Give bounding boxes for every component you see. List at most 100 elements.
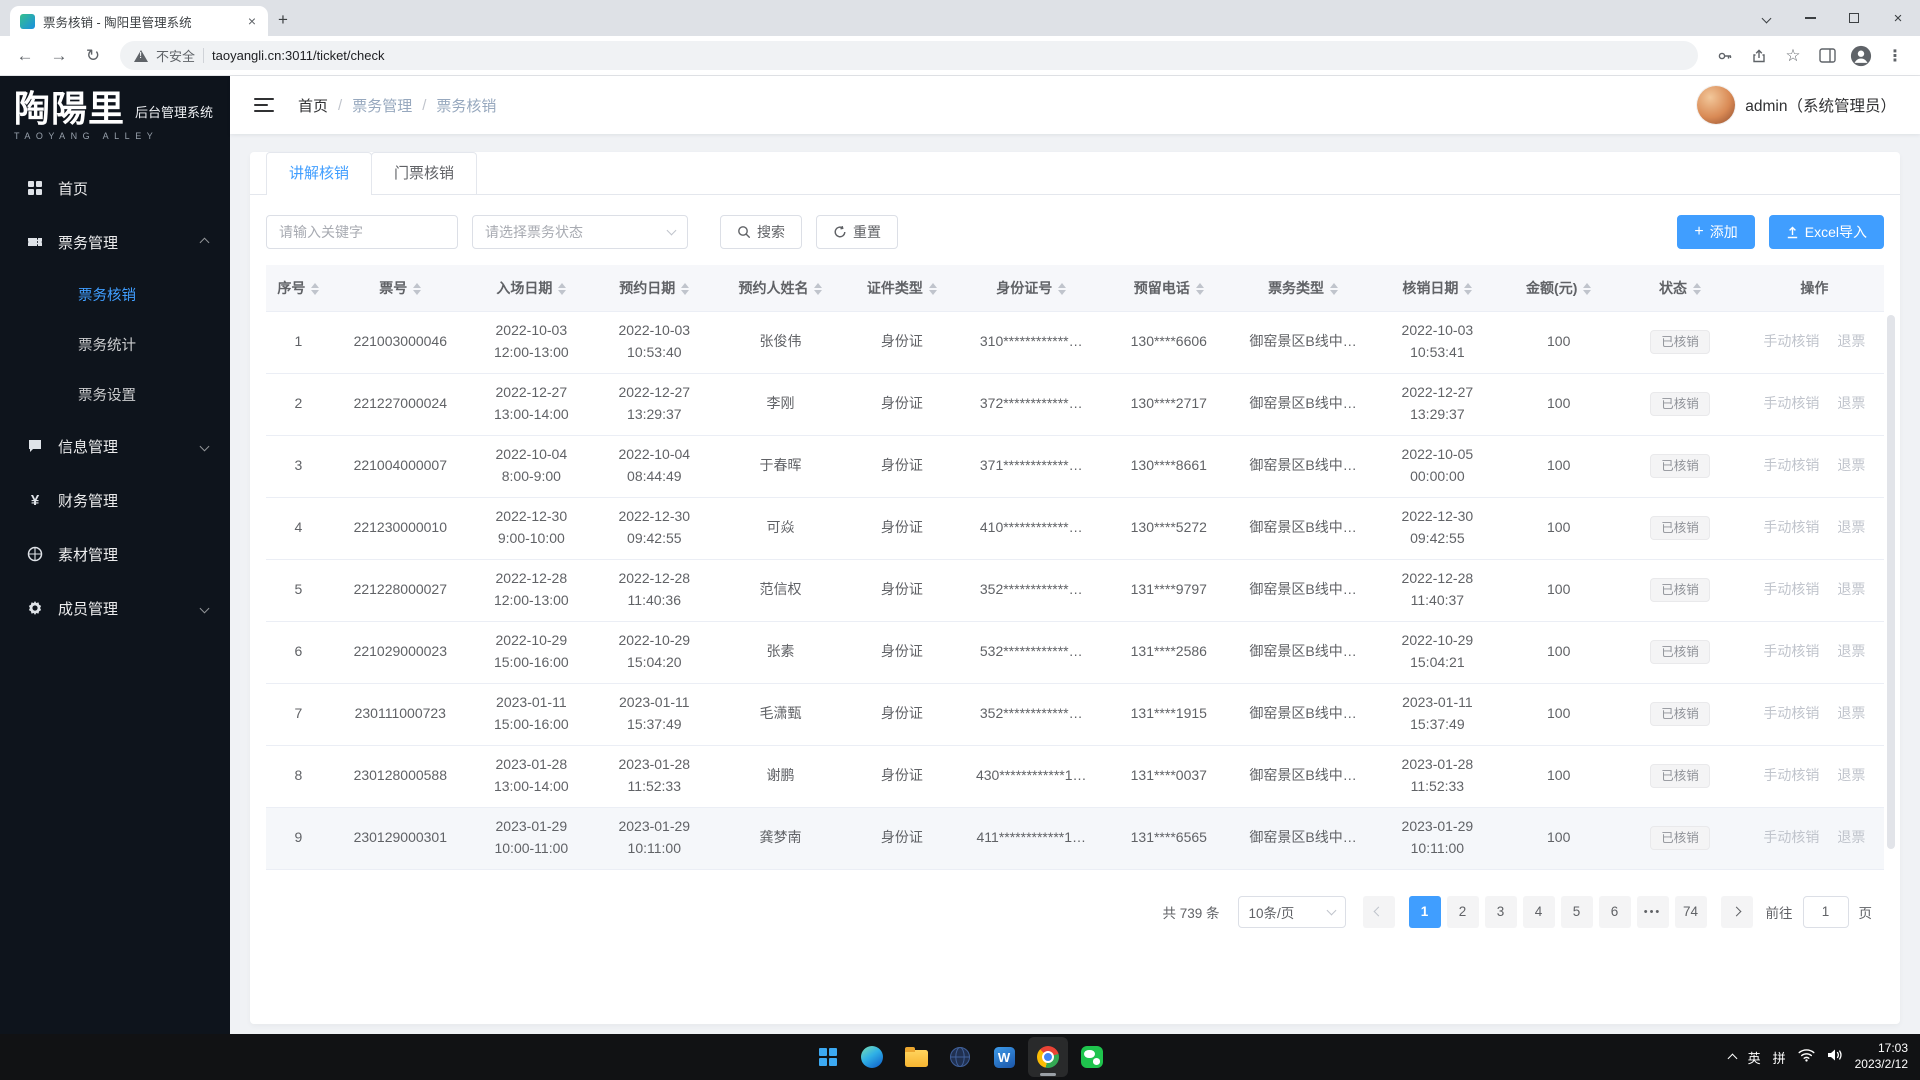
action-link[interactable]: 手动核销 xyxy=(1763,705,1819,721)
sort-carets-icon[interactable] xyxy=(1464,283,1472,296)
volume-icon[interactable] xyxy=(1827,1048,1843,1067)
sidebar-item-members[interactable]: 成员管理 xyxy=(0,581,230,635)
action-link[interactable]: 手动核销 xyxy=(1763,829,1819,845)
sidebar-item-finance[interactable]: ¥ 财务管理 xyxy=(0,473,230,527)
sort-carets-icon[interactable] xyxy=(681,283,689,296)
browser-menu-icon[interactable]: ⋮ xyxy=(1880,41,1910,71)
action-link[interactable]: 手动核销 xyxy=(1763,767,1819,783)
taskbar-clock[interactable]: 17:03 2023/2/12 xyxy=(1855,1041,1908,1072)
wechat-icon[interactable] xyxy=(1072,1037,1112,1077)
maximize-button[interactable] xyxy=(1832,0,1876,36)
forward-icon[interactable]: → xyxy=(44,41,74,71)
dark-globe-app-icon[interactable] xyxy=(940,1037,980,1077)
add-button[interactable]: + 添加 xyxy=(1677,215,1754,249)
pager-page-button[interactable]: 1 xyxy=(1409,896,1441,928)
side-panel-icon[interactable] xyxy=(1812,41,1842,71)
keyword-input[interactable] xyxy=(266,215,458,249)
column-header[interactable]: 票号 xyxy=(331,265,470,311)
action-link[interactable]: 手动核销 xyxy=(1763,643,1819,659)
browser-tab[interactable]: 票务核销 - 陶阳里管理系统 × xyxy=(10,6,268,36)
page-size-select[interactable]: 10条/页 xyxy=(1238,896,1346,928)
collapse-menu-icon[interactable] xyxy=(254,98,274,112)
search-button[interactable]: 搜索 xyxy=(720,215,802,249)
chrome-icon[interactable] xyxy=(1028,1037,1068,1077)
column-header[interactable]: 状态 xyxy=(1615,265,1744,311)
user-menu[interactable]: admin（系统管理员） xyxy=(1697,86,1896,124)
column-header[interactable]: 预约人姓名 xyxy=(716,265,845,311)
address-bar[interactable]: ! 不安全 taoyangli.cn:3011/ticket/check xyxy=(120,41,1698,70)
action-link[interactable]: 退票 xyxy=(1837,395,1865,411)
pager-page-button[interactable]: 74 xyxy=(1675,896,1707,928)
action-link[interactable]: 退票 xyxy=(1837,519,1865,535)
table-scrollbar[interactable] xyxy=(1887,315,1895,866)
column-header[interactable]: 票务类型 xyxy=(1234,265,1373,311)
action-link[interactable]: 手动核销 xyxy=(1763,581,1819,597)
action-link[interactable]: 手动核销 xyxy=(1763,395,1819,411)
pager-page-button[interactable]: 5 xyxy=(1561,896,1593,928)
pager-page-button[interactable]: 2 xyxy=(1447,896,1479,928)
close-window-button[interactable]: × xyxy=(1876,0,1920,36)
file-explorer-icon[interactable] xyxy=(896,1037,936,1077)
breadcrumb-tickets[interactable]: 票务管理 xyxy=(352,95,412,116)
sort-carets-icon[interactable] xyxy=(558,283,566,296)
ime-mode[interactable]: 拼 xyxy=(1773,1048,1786,1067)
sort-carets-icon[interactable] xyxy=(1693,283,1701,296)
reset-button[interactable]: 重置 xyxy=(816,215,898,249)
column-header[interactable]: 预约日期 xyxy=(593,265,716,311)
column-header[interactable]: 证件类型 xyxy=(845,265,958,311)
goto-page-input[interactable] xyxy=(1803,896,1849,928)
column-header[interactable]: 序号 xyxy=(266,265,331,311)
sidebar-item-home[interactable]: 首页 xyxy=(0,161,230,215)
wifi-icon[interactable] xyxy=(1798,1048,1815,1067)
share-icon[interactable] xyxy=(1744,41,1774,71)
action-link[interactable]: 退票 xyxy=(1837,829,1865,845)
tab-entrance-check[interactable]: 门票核销 xyxy=(371,152,477,194)
pager-page-button[interactable]: 4 xyxy=(1523,896,1555,928)
sort-carets-icon[interactable] xyxy=(814,283,822,296)
new-tab-button[interactable]: + xyxy=(268,5,298,35)
pager-page-button[interactable]: 3 xyxy=(1485,896,1517,928)
sidebar-item-tickets[interactable]: 票务管理 xyxy=(0,215,230,269)
bookmark-star-icon[interactable]: ☆ xyxy=(1778,41,1808,71)
column-header[interactable]: 身份证号 xyxy=(958,265,1104,311)
sort-carets-icon[interactable] xyxy=(1330,283,1338,296)
sort-carets-icon[interactable] xyxy=(1058,283,1066,296)
sidebar-item-ticket-settings[interactable]: 票务设置 xyxy=(0,369,230,419)
sidebar-item-ticket-check[interactable]: 票务核销 xyxy=(0,269,230,319)
word-icon[interactable]: W xyxy=(984,1037,1024,1077)
sort-carets-icon[interactable] xyxy=(311,283,319,296)
breadcrumb-home[interactable]: 首页 xyxy=(298,95,328,116)
pager-page-button[interactable]: 6 xyxy=(1599,896,1631,928)
password-key-icon[interactable] xyxy=(1710,41,1740,71)
column-header[interactable]: 核销日期 xyxy=(1373,265,1502,311)
next-page-button[interactable] xyxy=(1721,896,1753,928)
ime-language[interactable]: 英 xyxy=(1748,1048,1761,1067)
sidebar-item-material[interactable]: 素材管理 xyxy=(0,527,230,581)
sort-carets-icon[interactable] xyxy=(1583,283,1591,296)
action-link[interactable]: 手动核销 xyxy=(1763,333,1819,349)
status-select[interactable]: 请选择票务状态 xyxy=(472,215,688,249)
sidebar-item-ticket-stats[interactable]: 票务统计 xyxy=(0,319,230,369)
tab-close-icon[interactable]: × xyxy=(246,13,258,29)
scrollbar-thumb[interactable] xyxy=(1887,315,1895,849)
action-link[interactable]: 退票 xyxy=(1837,333,1865,349)
column-header[interactable]: 预留电话 xyxy=(1104,265,1233,311)
column-header[interactable]: 入场日期 xyxy=(470,265,593,311)
profile-avatar-icon[interactable] xyxy=(1846,41,1876,71)
sort-carets-icon[interactable] xyxy=(929,283,937,296)
sort-carets-icon[interactable] xyxy=(1196,283,1204,296)
sidebar-item-info[interactable]: 信息管理 xyxy=(0,419,230,473)
tray-expand-icon[interactable] xyxy=(1727,1054,1737,1064)
tab-explain-check[interactable]: 讲解核销 xyxy=(266,152,372,194)
action-link[interactable]: 退票 xyxy=(1837,581,1865,597)
action-link[interactable]: 手动核销 xyxy=(1763,519,1819,535)
sort-carets-icon[interactable] xyxy=(413,283,421,296)
action-link[interactable]: 退票 xyxy=(1837,705,1865,721)
tab-search-icon[interactable] xyxy=(1744,0,1788,36)
action-link[interactable]: 手动核销 xyxy=(1763,457,1819,473)
action-link[interactable]: 退票 xyxy=(1837,643,1865,659)
prev-page-button[interactable] xyxy=(1363,896,1395,928)
column-header[interactable]: 金额(元) xyxy=(1502,265,1615,311)
edge-icon[interactable] xyxy=(852,1037,892,1077)
minimize-button[interactable] xyxy=(1788,0,1832,36)
